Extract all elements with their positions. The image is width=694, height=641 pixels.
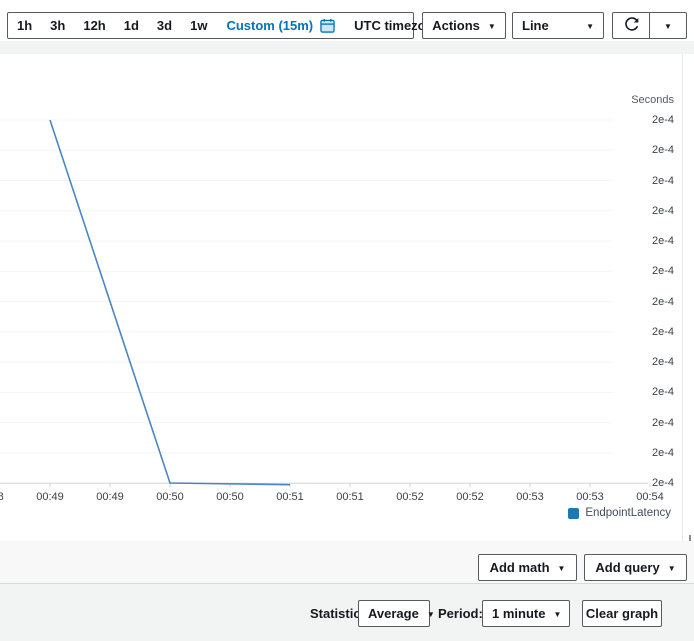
custom-range-label: Custom (15m) bbox=[226, 18, 313, 33]
toolbar-divider-band bbox=[0, 41, 694, 54]
y-axis-title: Seconds bbox=[631, 94, 674, 106]
chart-panel[interactable]: Seconds 2e-4 2e-4 2e-4 2e-4 2e-4 2e-4 2e-4 2e-4… bbox=[0, 54, 683, 541]
clear-graph-button[interactable]: Clear graph bbox=[582, 600, 662, 627]
y-axis-tick-label: 2e-4 bbox=[652, 356, 674, 368]
query-actions-row: Add math Add query bbox=[0, 541, 694, 584]
add-math-label: Add math bbox=[490, 560, 550, 575]
chevron-down-icon bbox=[586, 18, 594, 33]
y-axis-tick-label: 2e-4 bbox=[652, 175, 674, 187]
y-axis-tick-label: 2e-4 bbox=[652, 265, 674, 277]
x-axis-tick-label: 00:48 bbox=[0, 491, 4, 503]
period-select[interactable]: 1 minute bbox=[482, 600, 570, 627]
clear-graph-label: Clear graph bbox=[586, 606, 658, 621]
add-query-label: Add query bbox=[595, 560, 659, 575]
y-axis-tick-label: 2e-4 bbox=[652, 296, 674, 308]
x-axis-tick-label: 00:53 bbox=[576, 491, 604, 503]
chart-type-select[interactable]: Line bbox=[512, 12, 604, 39]
add-query-button[interactable]: Add query bbox=[584, 554, 687, 581]
line-chart[interactable] bbox=[0, 54, 683, 500]
legend-label: EndpointLatency bbox=[585, 507, 671, 519]
y-axis-tick-label: 2e-4 bbox=[652, 386, 674, 398]
time-range-1w[interactable]: 1w bbox=[181, 13, 216, 38]
refresh-options-button[interactable] bbox=[649, 13, 686, 38]
x-axis-tick-label: 00:50 bbox=[216, 491, 244, 503]
chevron-down-icon bbox=[668, 560, 676, 575]
actions-label: Actions bbox=[432, 18, 480, 33]
legend-color-swatch bbox=[568, 508, 579, 519]
statistic-select[interactable]: Average bbox=[358, 600, 430, 627]
y-axis-tick-label: 2e-4 bbox=[652, 235, 674, 247]
metric-line[interactable] bbox=[50, 120, 290, 485]
y-axis-tick-label: 2e-4 bbox=[652, 326, 674, 338]
chevron-down-icon bbox=[553, 606, 561, 621]
time-range-3h[interactable]: 3h bbox=[41, 13, 74, 38]
time-range-12h[interactable]: 12h bbox=[74, 13, 114, 38]
x-axis-tick-label: 00:51 bbox=[276, 491, 304, 503]
x-axis-tick-label: 00:52 bbox=[396, 491, 424, 503]
time-range-1d[interactable]: 1d bbox=[115, 13, 148, 38]
chevron-down-icon bbox=[664, 17, 672, 35]
x-axis-tick-label: 00:50 bbox=[156, 491, 184, 503]
period-label: Period: bbox=[438, 600, 483, 627]
statistic-label: Statistic: bbox=[310, 600, 365, 627]
x-axis-tick-label: 00:54 bbox=[636, 491, 664, 503]
chevron-down-icon bbox=[558, 560, 566, 575]
chart-toolbar: 1h3h12h1d3d1w Custom (15m) UTC timezone … bbox=[0, 0, 694, 41]
time-range-3d[interactable]: 3d bbox=[148, 13, 181, 38]
y-axis-tick-label: 2e-4 bbox=[652, 477, 674, 489]
footer-controls-bar: Statistic: Average Period: 1 minute Clea… bbox=[0, 584, 694, 641]
y-axis-tick-label: 2e-4 bbox=[652, 447, 674, 459]
x-axis-tick-label: 00:53 bbox=[516, 491, 544, 503]
x-axis-tick-label: 00:51 bbox=[336, 491, 364, 503]
actions-button[interactable]: Actions bbox=[422, 12, 506, 39]
chart-type-value: Line bbox=[522, 18, 549, 33]
refresh-button[interactable] bbox=[613, 13, 649, 38]
add-math-button[interactable]: Add math bbox=[478, 554, 577, 581]
calendar-icon bbox=[320, 18, 335, 33]
statistic-value: Average bbox=[368, 606, 419, 621]
chevron-down-icon bbox=[488, 18, 496, 33]
refresh-split-button bbox=[612, 12, 687, 39]
y-axis-tick-label: 2e-4 bbox=[652, 144, 674, 156]
time-range-group: 1h3h12h1d3d1w Custom (15m) UTC timezone bbox=[7, 12, 414, 39]
y-axis-tick-label: 2e-4 bbox=[652, 417, 674, 429]
y-axis-tick-label: 2e-4 bbox=[652, 205, 674, 217]
y-axis-tick-label: 2e-4 bbox=[652, 114, 674, 126]
x-axis-tick-label: 00:52 bbox=[456, 491, 484, 503]
period-value: 1 minute bbox=[492, 606, 545, 621]
x-axis-tick-label: 00:49 bbox=[36, 491, 64, 503]
chevron-down-icon bbox=[427, 606, 435, 621]
time-range-1h[interactable]: 1h bbox=[8, 13, 41, 38]
legend-item[interactable]: EndpointLatency bbox=[568, 507, 671, 519]
custom-range-button[interactable]: Custom (15m) bbox=[216, 18, 345, 33]
time-range-buttons: 1h3h12h1d3d1w bbox=[8, 13, 216, 38]
refresh-icon bbox=[623, 17, 640, 34]
x-axis-tick-label: 00:49 bbox=[96, 491, 124, 503]
